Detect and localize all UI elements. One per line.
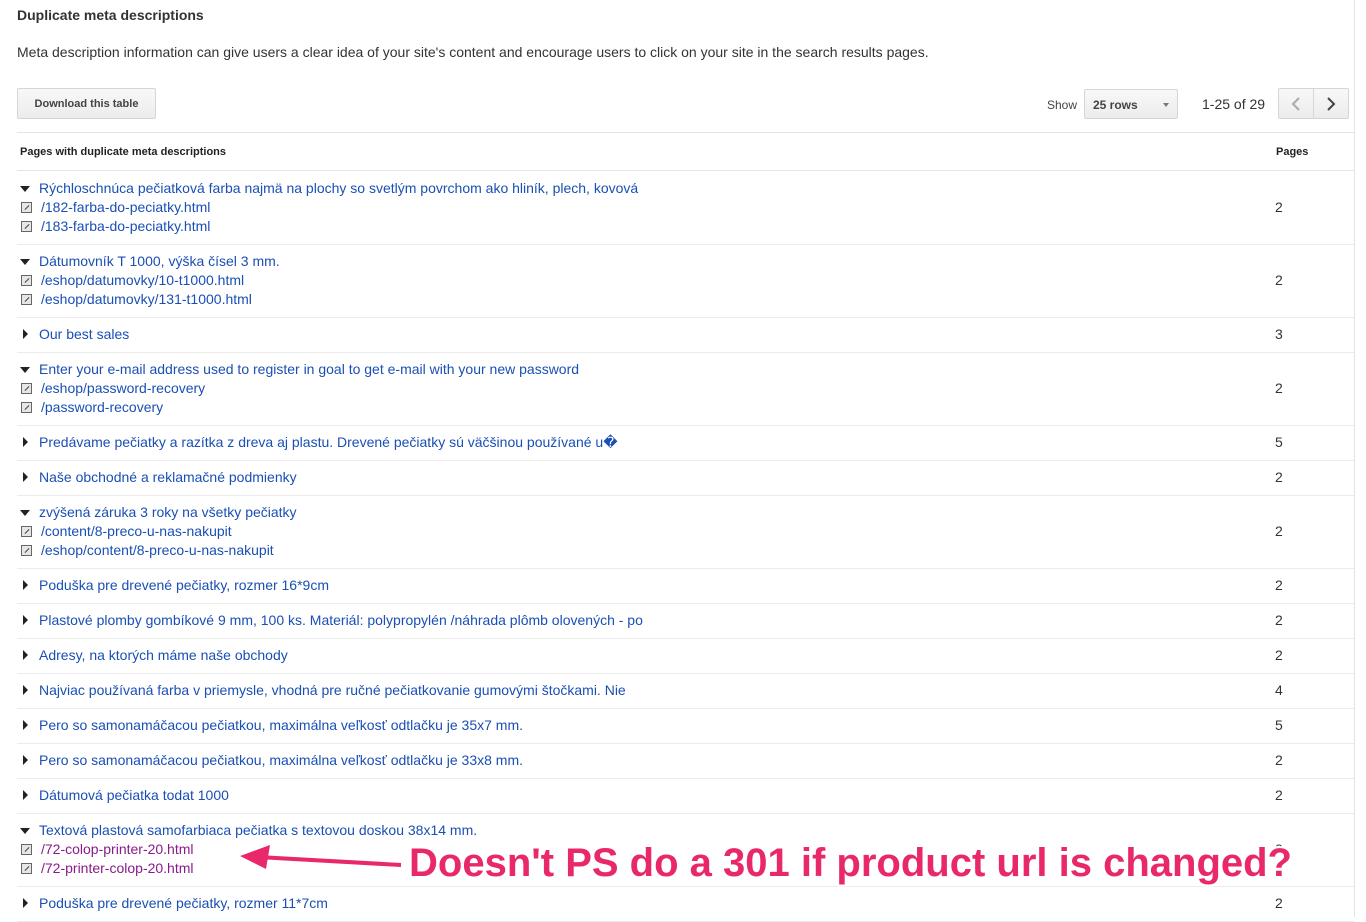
external-link-icon[interactable] xyxy=(21,294,32,305)
external-link-icon[interactable] xyxy=(21,275,32,286)
page-count: 2 xyxy=(1275,752,1283,768)
duplicate-description-link[interactable]: Najviac používaná farba v priemysle, vho… xyxy=(39,682,626,698)
page-count: 4 xyxy=(1275,682,1283,698)
pagination-range: 1-25 of 29 xyxy=(1202,96,1266,112)
page-url-link[interactable]: /182-farba-do-peciatky.html xyxy=(41,199,210,215)
table-row[interactable]: Najviac používaná farba v priemysle, vho… xyxy=(17,673,1354,709)
table-row[interactable]: Pero so samonamáčacou pečiatkou, maximál… xyxy=(17,743,1354,779)
duplicate-description-link[interactable]: Textová plastová samofarbiaca pečiatka s… xyxy=(39,822,477,838)
table-row[interactable]: Poduška pre drevené pečiatky, rozmer 16*… xyxy=(17,568,1354,604)
chevron-left-icon xyxy=(1291,97,1300,111)
duplicate-description-link[interactable]: Our best sales xyxy=(39,326,129,342)
next-page-button[interactable] xyxy=(1313,88,1349,119)
rows-per-page-value: 25 rows xyxy=(1093,98,1138,112)
page-count: 2 xyxy=(1275,577,1283,593)
table-row[interactable]: Pero so samonamáčacou pečiatkou, maximál… xyxy=(17,708,1354,744)
duplicate-description-link[interactable]: Pero so samonamáčacou pečiatkou, maximál… xyxy=(39,752,523,768)
page-url-link[interactable]: /183-farba-do-peciatky.html xyxy=(41,218,210,234)
page-count: 2 xyxy=(1275,523,1283,539)
table-row[interactable]: Predávame pečiatky a razítka z dreva aj … xyxy=(17,425,1354,461)
duplicate-description-link[interactable]: Dátumovník T 1000, výška čísel 3 mm. xyxy=(39,253,280,269)
collapsed-triangle-icon[interactable] xyxy=(23,685,28,695)
external-link-icon[interactable] xyxy=(21,844,32,855)
collapsed-triangle-icon[interactable] xyxy=(23,720,28,730)
expanded-triangle-icon[interactable] xyxy=(20,367,30,373)
caret-down-icon xyxy=(1163,103,1169,107)
page-title: Duplicate meta descriptions xyxy=(17,7,204,23)
page-url-link[interactable]: /72-colop-printer-20.html xyxy=(41,841,194,857)
duplicate-description-link[interactable]: zvýšená záruka 3 roky na všetky pečiatky xyxy=(39,504,297,520)
collapsed-triangle-icon[interactable] xyxy=(23,472,28,482)
page-count: 2 xyxy=(1275,787,1283,803)
page-count: 2 xyxy=(1275,469,1283,485)
page-count: 2 xyxy=(1275,612,1283,628)
external-link-icon[interactable] xyxy=(21,545,32,556)
external-link-icon[interactable] xyxy=(21,383,32,394)
duplicate-description-link[interactable]: Predávame pečiatky a razítka z dreva aj … xyxy=(39,434,618,451)
page-count: 2 xyxy=(1275,272,1283,288)
table-row[interactable]: Naše obchodné a reklamačné podmienky 2 xyxy=(17,460,1354,496)
column-header-descriptions[interactable]: Pages with duplicate meta descriptions xyxy=(20,146,226,158)
collapsed-triangle-icon[interactable] xyxy=(23,437,28,447)
external-link-icon[interactable] xyxy=(21,202,32,213)
page-url-link[interactable]: /eshop/content/8-preco-u-nas-nakupit xyxy=(41,542,274,558)
page-url-link[interactable]: /password-recovery xyxy=(41,399,163,415)
collapsed-triangle-icon[interactable] xyxy=(23,329,28,339)
duplicate-description-link[interactable]: Dátumová pečiatka todat 1000 xyxy=(39,787,229,803)
page-count: 5 xyxy=(1275,717,1283,733)
page-description: Meta description information can give us… xyxy=(17,44,929,60)
duplicate-description-link[interactable]: Plastové plomby gombíkové 9 mm, 100 ks. … xyxy=(39,612,643,628)
duplicate-description-link[interactable]: Adresy, na ktorých máme naše obchody xyxy=(39,647,288,663)
table-row[interactable]: Rýchloschnúca pečiatková farba najmä na … xyxy=(17,171,1354,245)
table-top-divider xyxy=(17,132,1354,133)
column-header-pages[interactable]: Pages xyxy=(1276,146,1308,158)
expanded-triangle-icon[interactable] xyxy=(20,828,30,834)
annotation-callout: Doesn't PS do a 301 if product url is ch… xyxy=(409,841,1292,885)
table-row[interactable]: Adresy, na ktorých máme naše obchody 2 xyxy=(17,638,1354,674)
page-count: 2 xyxy=(1275,199,1283,215)
table-row[interactable]: Dátumovník T 1000, výška čísel 3 mm. /esh… xyxy=(17,244,1354,318)
table-row[interactable]: Our best sales 3 xyxy=(17,317,1354,353)
expanded-triangle-icon[interactable] xyxy=(20,186,30,192)
previous-page-button[interactable] xyxy=(1278,88,1314,119)
table-row[interactable]: Enter your e-mail address used to regist… xyxy=(17,352,1354,426)
show-label: Show xyxy=(1047,98,1078,112)
page-count: 2 xyxy=(1275,895,1283,911)
collapsed-triangle-icon[interactable] xyxy=(23,650,28,660)
table-row[interactable]: Plastové plomby gombíkové 9 mm, 100 ks. … xyxy=(17,603,1354,639)
download-table-button[interactable]: Download this table xyxy=(17,88,156,119)
table-row[interactable]: Dátumová pečiatka todat 1000 2 xyxy=(17,778,1354,814)
duplicate-meta-panel: Duplicate meta descriptions Meta descrip… xyxy=(0,0,1355,922)
collapsed-triangle-icon[interactable] xyxy=(23,755,28,765)
chevron-right-icon xyxy=(1327,97,1336,111)
page-url-link[interactable]: /eshop/password-recovery xyxy=(41,380,205,396)
page-url-link[interactable]: /content/8-preco-u-nas-nakupit xyxy=(41,523,232,539)
external-link-icon[interactable] xyxy=(21,526,32,537)
rows-per-page-select[interactable]: 25 rows xyxy=(1084,89,1178,119)
page-url-link[interactable]: /eshop/datumovky/131-t1000.html xyxy=(41,291,252,307)
page-url-link[interactable]: /eshop/datumovky/10-t1000.html xyxy=(41,272,244,288)
duplicate-description-link[interactable]: Pero so samonamáčacou pečiatkou, maximál… xyxy=(39,717,523,733)
collapsed-triangle-icon[interactable] xyxy=(23,580,28,590)
duplicate-description-link[interactable]: Enter your e-mail address used to regist… xyxy=(39,361,579,377)
duplicate-description-link[interactable]: Naše obchodné a reklamačné podmienky xyxy=(39,469,297,485)
expanded-triangle-icon[interactable] xyxy=(20,259,30,265)
page-count: 2 xyxy=(1275,380,1283,396)
collapsed-triangle-icon[interactable] xyxy=(23,898,28,908)
external-link-icon[interactable] xyxy=(21,402,32,413)
duplicate-description-link[interactable]: Poduška pre drevené pečiatky, rozmer 16*… xyxy=(39,577,329,593)
external-link-icon[interactable] xyxy=(21,221,32,232)
page-count: 5 xyxy=(1275,434,1283,450)
page-url-link[interactable]: /72-printer-colop-20.html xyxy=(41,860,194,876)
collapsed-triangle-icon[interactable] xyxy=(23,615,28,625)
expanded-triangle-icon[interactable] xyxy=(20,510,30,516)
duplicate-description-link[interactable]: Poduška pre drevené pečiatky, rozmer 11*… xyxy=(39,895,328,911)
page-count: 2 xyxy=(1275,647,1283,663)
duplicate-description-link[interactable]: Rýchloschnúca pečiatková farba najmä na … xyxy=(39,180,638,196)
page-count: 3 xyxy=(1275,326,1283,342)
table-row[interactable]: zvýšená záruka 3 roky na všetky pečiatky… xyxy=(17,495,1354,569)
annotation-arrow xyxy=(240,845,402,869)
external-link-icon[interactable] xyxy=(21,863,32,874)
collapsed-triangle-icon[interactable] xyxy=(23,790,28,800)
